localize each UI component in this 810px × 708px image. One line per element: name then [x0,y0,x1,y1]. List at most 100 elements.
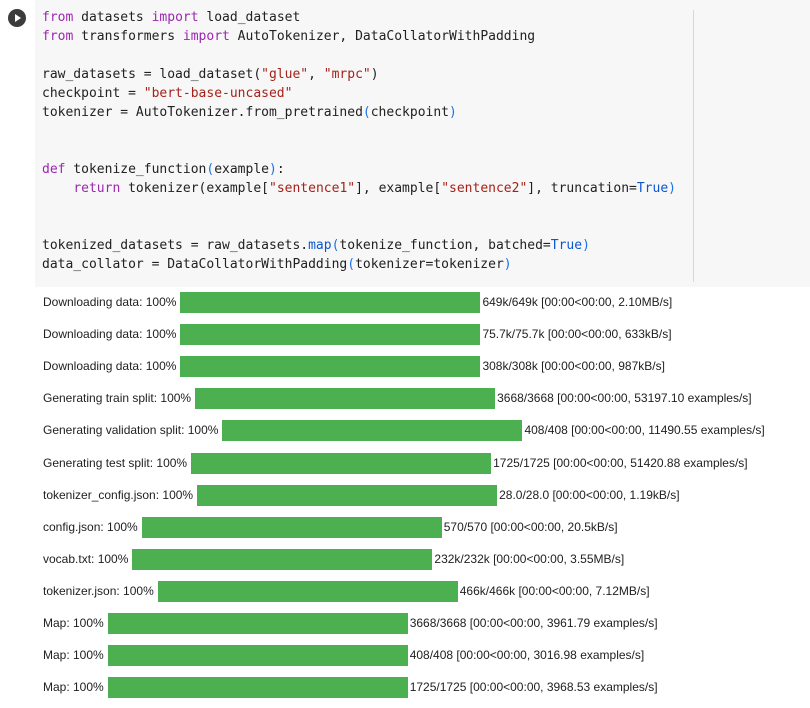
code-token: tokenized_datasets = raw_datasets. [42,238,309,253]
code-line: tokenizer = AutoTokenizer.from_pretraine… [42,105,457,120]
code-line: data_collator = DataCollatorWithPadding(… [42,257,512,272]
code-token: checkpoint = [42,86,144,101]
progress-row: Generating test split: 100% 1725/1725 [00… [43,452,748,474]
progress-fill [107,644,408,666]
code-token: def [42,162,66,177]
code-token: datasets [73,10,152,25]
progress-fill [141,516,442,538]
editor-divider [693,10,694,282]
progress-bar [180,291,481,313]
progress-bar [191,452,492,474]
progress-status: 466k/466k [00:00<00:00, 7.12MB/s] [459,584,650,598]
progress-label: tokenizer_config.json: 100% [43,488,194,502]
progress-label: Map: 100% [43,648,104,662]
code-token: "glue" [261,67,309,82]
code-line: tokenized_datasets = raw_datasets.map(to… [42,238,590,253]
progress-fill [107,676,408,698]
progress-bar [141,516,442,538]
run-cell-button[interactable] [8,9,26,27]
progress-bar [180,323,481,345]
progress-label: Downloading data: 100% [43,327,177,341]
code-token: transformers [73,29,183,44]
progress-row: config.json: 100% 570/570 [00:00<00:00, 2… [43,516,618,538]
progress-status: 649k/649k [00:00<00:00, 2.10MB/s] [482,295,673,309]
code-token: tokenizer = AutoTokenizer.from_pretraine… [42,105,363,120]
progress-status: 408/408 [00:00<00:00, 11490.55 examples/… [524,423,765,437]
code-token: checkpoint [370,105,450,120]
code-token: : [276,162,285,177]
progress-label: Map: 100% [43,680,104,694]
progress-label: Map: 100% [43,616,104,630]
code-token: ) [503,257,512,272]
progress-status: 408/408 [00:00<00:00, 3016.98 examples/s… [409,648,645,662]
progress-label: Generating test split: 100% [43,456,188,470]
progress-bar [107,644,408,666]
progress-bar [132,548,433,570]
progress-status: 3668/3668 [00:00<00:00, 3961.79 examples… [409,616,658,630]
progress-row: tokenizer_config.json: 100% 28.0/28.0 [00… [43,484,680,506]
code-token: from [42,10,74,25]
progress-status: 1725/1725 [00:00<00:00, 3968.53 examples… [409,680,658,694]
progress-label: Downloading data: 100% [43,295,177,309]
code-token: tokenize_function [65,162,207,177]
code-token: , [308,67,324,82]
code-editor[interactable]: from datasets import load_dataset from t… [35,0,810,287]
code-token: "sentence1" [269,181,356,196]
progress-row: Downloading data: 100% 308k/308k [00:00<0… [43,355,665,377]
code-token: tokenize_function, batched= [339,238,551,253]
code-token: example [214,162,269,177]
progress-label: config.json: 100% [43,520,138,534]
progress-fill [191,452,492,474]
code-text[interactable]: from datasets import load_dataset from t… [42,8,676,274]
progress-label: Generating validation split: 100% [43,423,219,437]
progress-fill [222,419,523,441]
progress-fill [157,580,458,602]
code-token: import [151,10,199,25]
progress-row: Map: 100% 3668/3668 [00:00<00:00, 3961.79… [43,612,658,634]
progress-row: Generating validation split: 100% 408/408… [43,419,765,441]
progress-status: 232k/232k [00:00<00:00, 3.55MB/s] [434,552,625,566]
progress-label: Generating train split: 100% [43,391,192,405]
code-token: ) [269,162,277,177]
code-token: True [636,181,669,196]
code-token: raw_datasets = load_dataset( [42,67,262,82]
code-line: raw_datasets = load_dataset("glue", "mrp… [42,67,379,82]
code-token: ) [668,181,676,196]
progress-fill [180,291,481,313]
code-token: ) [370,67,379,82]
progress-row: Map: 100% 1725/1725 [00:00<00:00, 3968.53… [43,676,658,698]
code-token: ) [582,238,590,253]
code-line: from datasets import load_dataset [42,10,300,25]
progress-label: tokenizer.json: 100% [43,584,154,598]
progress-status: 308k/308k [00:00<00:00, 987kB/s] [482,359,665,373]
code-token: ( [347,257,356,272]
progress-row: tokenizer.json: 100% 466k/466k [00:00<00:… [43,580,650,602]
code-token: ], example[ [355,181,442,196]
progress-label: Downloading data: 100% [43,359,177,373]
progress-row: Downloading data: 100% 75.7k/75.7k [00:00… [43,323,672,345]
progress-fill [180,323,481,345]
progress-bar [180,355,481,377]
code-token: ( [362,105,371,120]
code-line: def tokenize_function(example): [42,162,285,177]
code-cell[interactable]: from datasets import load_dataset from t… [0,0,810,287]
code-line: checkpoint = "bert-base-uncased" [42,86,292,101]
code-token: ], truncation= [527,181,637,196]
progress-status: 75.7k/75.7k [00:00<00:00, 633kB/s] [482,327,672,341]
progress-fill [132,548,433,570]
progress-bar [197,484,498,506]
code-token: True [550,238,583,253]
code-token: return [73,181,121,196]
progress-label: vocab.txt: 100% [43,552,129,566]
progress-status: 3668/3668 [00:00<00:00, 53197.10 example… [497,391,752,405]
progress-row: Map: 100% 408/408 [00:00<00:00, 3016.98 e… [43,644,644,666]
code-token: tokenizer=tokenizer [355,257,504,272]
progress-status: 1725/1725 [00:00<00:00, 51420.88 example… [493,456,748,470]
progress-fill [197,484,498,506]
code-token: load_dataset [198,10,301,25]
